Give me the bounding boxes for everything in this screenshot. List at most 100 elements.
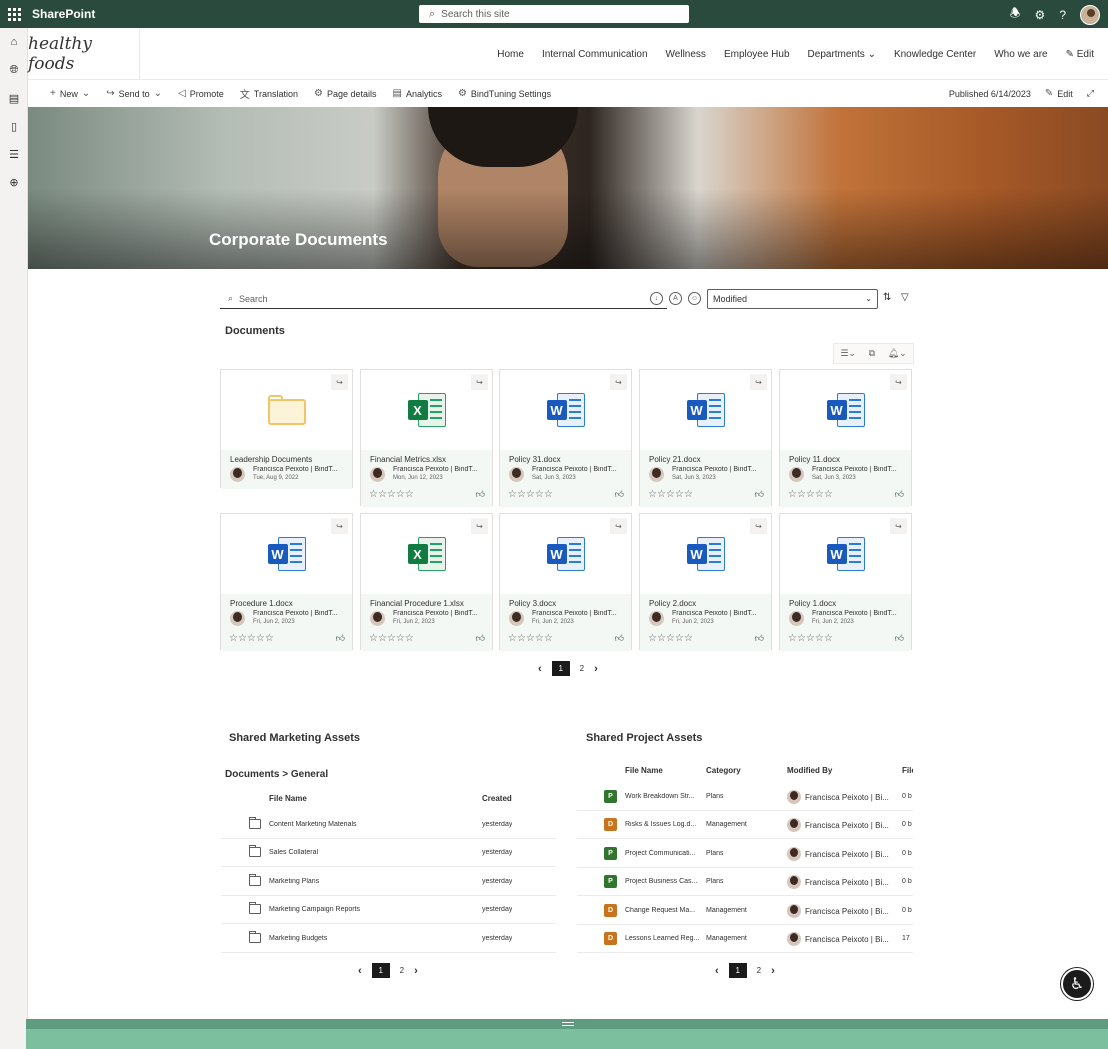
file-name[interactable]: Change Request Ma...: [625, 907, 701, 914]
filter-icon[interactable]: ▽: [901, 292, 909, 303]
site-search-box[interactable]: ⌕ Search this site: [419, 5, 689, 23]
file-name[interactable]: Risks & Issues Log.d...: [625, 821, 701, 828]
like-icon[interactable]: 👍︎: [476, 633, 485, 644]
new-button[interactable]: + New ⌄: [50, 86, 90, 101]
share-icon[interactable]: ↪: [610, 374, 627, 390]
expand-icon[interactable]: ⤢: [1087, 88, 1094, 99]
like-icon[interactable]: 👍︎: [615, 633, 624, 644]
analytics-button[interactable]: ▤ Analytics: [392, 86, 441, 101]
pager-prev-icon[interactable]: ‹: [358, 965, 362, 977]
document-search-input[interactable]: ⌕ Search: [220, 289, 667, 309]
home-icon[interactable]: ⌂: [0, 28, 28, 56]
table-row[interactable]: P Project Business Cas... Plans Francisca P…: [577, 868, 913, 897]
list-item[interactable]: Marketing Campaign Reports yesterday: [221, 896, 556, 925]
pager-page-2[interactable]: 2: [400, 966, 404, 975]
translation-button[interactable]: 文 Translation: [240, 86, 298, 102]
create-icon[interactable]: ⊕: [0, 168, 28, 196]
document-name[interactable]: Policy 21.docx: [649, 455, 767, 464]
pager-current-page[interactable]: 1: [371, 963, 390, 978]
table-row[interactable]: P Work Breakdown Str... Plans Francisca Pei…: [577, 783, 913, 811]
document-card[interactable]: W ↪ Policy 31.docx Francisca Peixoto | Bind…: [499, 369, 632, 507]
table-row[interactable]: D Lessons Learned Reg... Management Francis…: [577, 925, 913, 953]
rating-stars[interactable]: ☆☆☆☆☆: [648, 633, 693, 644]
list-item[interactable]: Marketing Budgets yesterday: [221, 925, 556, 953]
marketing-col-file-name[interactable]: File Name: [269, 794, 307, 803]
document-name[interactable]: Financial Metrics.xlsx: [370, 455, 488, 464]
share-icon[interactable]: ↪: [890, 374, 907, 390]
modified-by[interactable]: Francisca Peixoto | Bi...: [805, 878, 889, 887]
file-name[interactable]: Project Business Cas...: [625, 878, 701, 885]
file-name[interactable]: Work Breakdown Str...: [625, 793, 701, 800]
share-icon[interactable]: ↪: [890, 518, 907, 534]
document-name[interactable]: Financial Procedure 1.xlsx: [370, 599, 488, 608]
globe-icon[interactable]: 🌐︎: [0, 56, 28, 84]
filter-a-icon[interactable]: A: [669, 292, 682, 305]
modified-by[interactable]: Francisca Peixoto | Bi...: [805, 793, 889, 802]
rating-stars[interactable]: ☆☆☆☆☆: [369, 489, 414, 500]
nav-knowledge-center[interactable]: Knowledge Center: [894, 49, 976, 60]
sharepoint-brand[interactable]: SharePoint: [32, 7, 95, 21]
promote-button[interactable]: ◁ Promote: [178, 86, 224, 101]
pager-page-2[interactable]: 2: [580, 664, 584, 673]
megaphone-icon[interactable]: 🕭: [1010, 4, 1021, 25]
news-icon[interactable]: ▤: [0, 84, 28, 112]
marketing-breadcrumb[interactable]: Documents > General: [225, 769, 328, 780]
project-col-modified-by[interactable]: Modified By: [787, 766, 832, 775]
pager-next-icon[interactable]: ›: [414, 965, 418, 977]
document-card[interactable]: ↪ Leadership Documents Francisca Peixoto |…: [220, 369, 353, 489]
file-name[interactable]: Marketing Campaign Reports: [269, 906, 469, 913]
site-logo[interactable]: healthy foods: [28, 28, 140, 80]
pager-prev-icon[interactable]: ‹: [538, 663, 542, 675]
send-to-button[interactable]: ↪ Send to ⌄: [106, 86, 162, 101]
modified-by[interactable]: Francisca Peixoto | Bi...: [805, 935, 889, 944]
share-icon[interactable]: ↪: [471, 518, 488, 534]
document-card[interactable]: W ↪ Policy 1.docx Francisca Peixoto | BindT…: [779, 513, 912, 651]
document-name[interactable]: Policy 2.docx: [649, 599, 767, 608]
footer-grip-icon[interactable]: [562, 1022, 574, 1026]
nav-departments[interactable]: Departments ⌄: [808, 49, 876, 60]
like-icon[interactable]: 👍︎: [895, 633, 904, 644]
rating-stars[interactable]: ☆☆☆☆☆: [788, 489, 833, 500]
share-icon[interactable]: ↪: [750, 374, 767, 390]
person-icon[interactable]: ☺: [688, 292, 701, 305]
project-col-file-name[interactable]: File Name: [625, 766, 663, 775]
modified-by[interactable]: Francisca Peixoto | Bi...: [805, 821, 889, 830]
project-col-category[interactable]: Category: [706, 766, 741, 775]
file-name[interactable]: Project Communicati...: [625, 850, 701, 857]
pager-current-page[interactable]: 1: [551, 661, 570, 676]
lists-icon[interactable]: ☰: [0, 140, 28, 168]
modified-by[interactable]: Francisca Peixoto | Bi...: [805, 907, 889, 916]
share-icon[interactable]: ↪: [331, 374, 348, 390]
modified-by[interactable]: Francisca Peixoto | Bi...: [805, 850, 889, 859]
download-icon[interactable]: ↓: [650, 292, 663, 305]
gear-icon[interactable]: ⚙: [1035, 8, 1046, 22]
nav-edit[interactable]: ✎ Edit: [1066, 49, 1094, 60]
page-details-button[interactable]: ⚙ Page details: [314, 86, 377, 101]
document-name[interactable]: Policy 3.docx: [509, 599, 627, 608]
rating-stars[interactable]: ☆☆☆☆☆: [508, 633, 553, 644]
view-list-icon[interactable]: ☰⌄: [840, 348, 856, 359]
document-card[interactable]: W ↪ Policy 11.docx Francisca Peixoto | Bind…: [779, 369, 912, 507]
marketing-col-created[interactable]: Created: [482, 794, 512, 803]
share-icon[interactable]: ↪: [331, 518, 348, 534]
edit-page-button[interactable]: ✎ Edit: [1045, 88, 1073, 99]
list-item[interactable]: Marketing Plans yesterday: [221, 868, 556, 896]
like-icon[interactable]: 👍︎: [755, 633, 764, 644]
accessibility-icon[interactable]: ♿: [1061, 968, 1093, 1000]
document-card[interactable]: W ↪ Policy 2.docx Francisca Peixoto | BindT…: [639, 513, 772, 651]
rating-stars[interactable]: ☆☆☆☆☆: [648, 489, 693, 500]
list-item[interactable]: Sales Collateral yesterday: [221, 839, 556, 868]
sort-direction-icon[interactable]: ⇅: [883, 292, 891, 303]
file-icon[interactable]: ▯: [0, 112, 28, 140]
like-icon[interactable]: 👍︎: [755, 489, 764, 500]
document-card[interactable]: X ↪ Financial Procedure 1.xlsx Francisca Pe…: [360, 513, 493, 651]
nav-employee-hub[interactable]: Employee Hub: [724, 49, 790, 60]
file-name[interactable]: Marketing Budgets: [269, 935, 469, 942]
nav-wellness[interactable]: Wellness: [666, 49, 706, 60]
document-name[interactable]: Leadership Documents: [230, 455, 348, 464]
table-row[interactable]: D Change Request Ma... Management Francisca…: [577, 897, 913, 925]
table-row[interactable]: P Project Communicati... Plans Francisca Pe…: [577, 840, 913, 868]
document-card[interactable]: W ↪ Policy 3.docx Francisca Peixoto | BindT…: [499, 513, 632, 651]
nav-internal-communication[interactable]: Internal Communication: [542, 49, 648, 60]
nav-home[interactable]: Home: [497, 49, 524, 60]
